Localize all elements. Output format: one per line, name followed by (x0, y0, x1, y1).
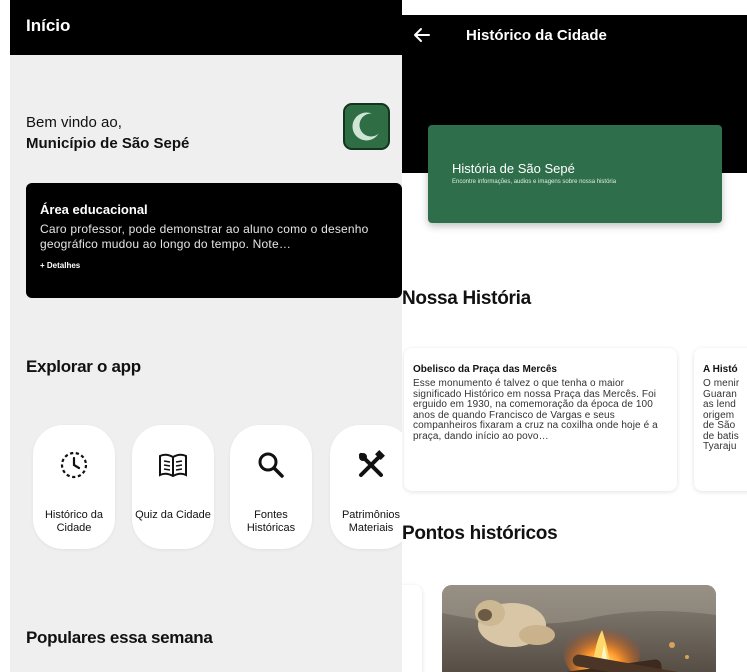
search-icon (258, 452, 284, 478)
history-card[interactable]: A Histó O menir Guaran as lend origem de… (694, 348, 747, 491)
menu-label: Quiz da Cidade (135, 509, 211, 521)
educational-area-card[interactable]: Área educacional Caro professor, pode de… (26, 183, 402, 298)
history-card-title: A Histó (703, 364, 738, 375)
explore-section-title: Explorar o app (26, 357, 141, 376)
historical-points-section-title: Pontos históricos (402, 523, 558, 544)
menu-label: Patrimônios Materiais (341, 509, 401, 534)
welcome-text: Bem vindo ao, (26, 114, 122, 131)
page-title: Início (26, 16, 71, 35)
banner-subtitle: Encontre informações, audios e imagens s… (452, 179, 617, 185)
menu-historical-sources-button[interactable]: Fontes Históricas (230, 425, 312, 549)
historical-point-photo[interactable] (442, 585, 716, 672)
historical-point-card[interactable] (402, 585, 422, 672)
history-card-text: O menir Guaran as lend origem de São de … (703, 378, 740, 452)
history-banner[interactable]: História de São Sepé Encontre informaçõe… (428, 125, 722, 223)
history-screen: Histórico da Cidade História de São Sepé… (402, 15, 747, 672)
history-card-text: Esse monumento é talvez o que tenha o ma… (413, 378, 658, 442)
tools-icon (359, 450, 385, 477)
campfire-photo (442, 585, 716, 672)
crescent-moon-icon (352, 112, 383, 141)
app-logo (343, 103, 390, 150)
back-arrow-icon[interactable] (412, 25, 432, 45)
edu-card-title: Área educacional (40, 202, 148, 217)
menu-material-heritage-button[interactable]: Patrimônios Materiais (330, 425, 402, 549)
home-top-bar: Início (10, 0, 402, 55)
home-screen: Início Bem vindo ao, Município de São Se… (10, 0, 402, 672)
edu-card-text: Caro professor, pode demonstrar ao aluno… (40, 222, 369, 251)
menu-label: Histórico da Cidade (44, 509, 104, 534)
history-page-title: Histórico da Cidade (466, 27, 607, 44)
menu-city-history-button[interactable]: Histórico da Cidade (33, 425, 115, 549)
our-history-section-title: Nossa História (402, 288, 531, 309)
book-icon (159, 453, 187, 478)
menu-city-quiz-button[interactable]: Quiz da Cidade (132, 425, 214, 549)
details-link[interactable]: + Detalhes (40, 261, 80, 270)
history-card-title: Obelisco da Praça das Mercês (413, 364, 557, 375)
banner-title: História de São Sepé (452, 161, 575, 176)
popular-section-title: Populares essa semana (26, 628, 213, 647)
history-card[interactable]: Obelisco da Praça das Mercês Esse monume… (404, 348, 677, 491)
menu-label: Fontes Históricas (246, 509, 296, 534)
municipality-name: Município de São Sepé (26, 135, 190, 152)
clock-icon (60, 451, 88, 479)
